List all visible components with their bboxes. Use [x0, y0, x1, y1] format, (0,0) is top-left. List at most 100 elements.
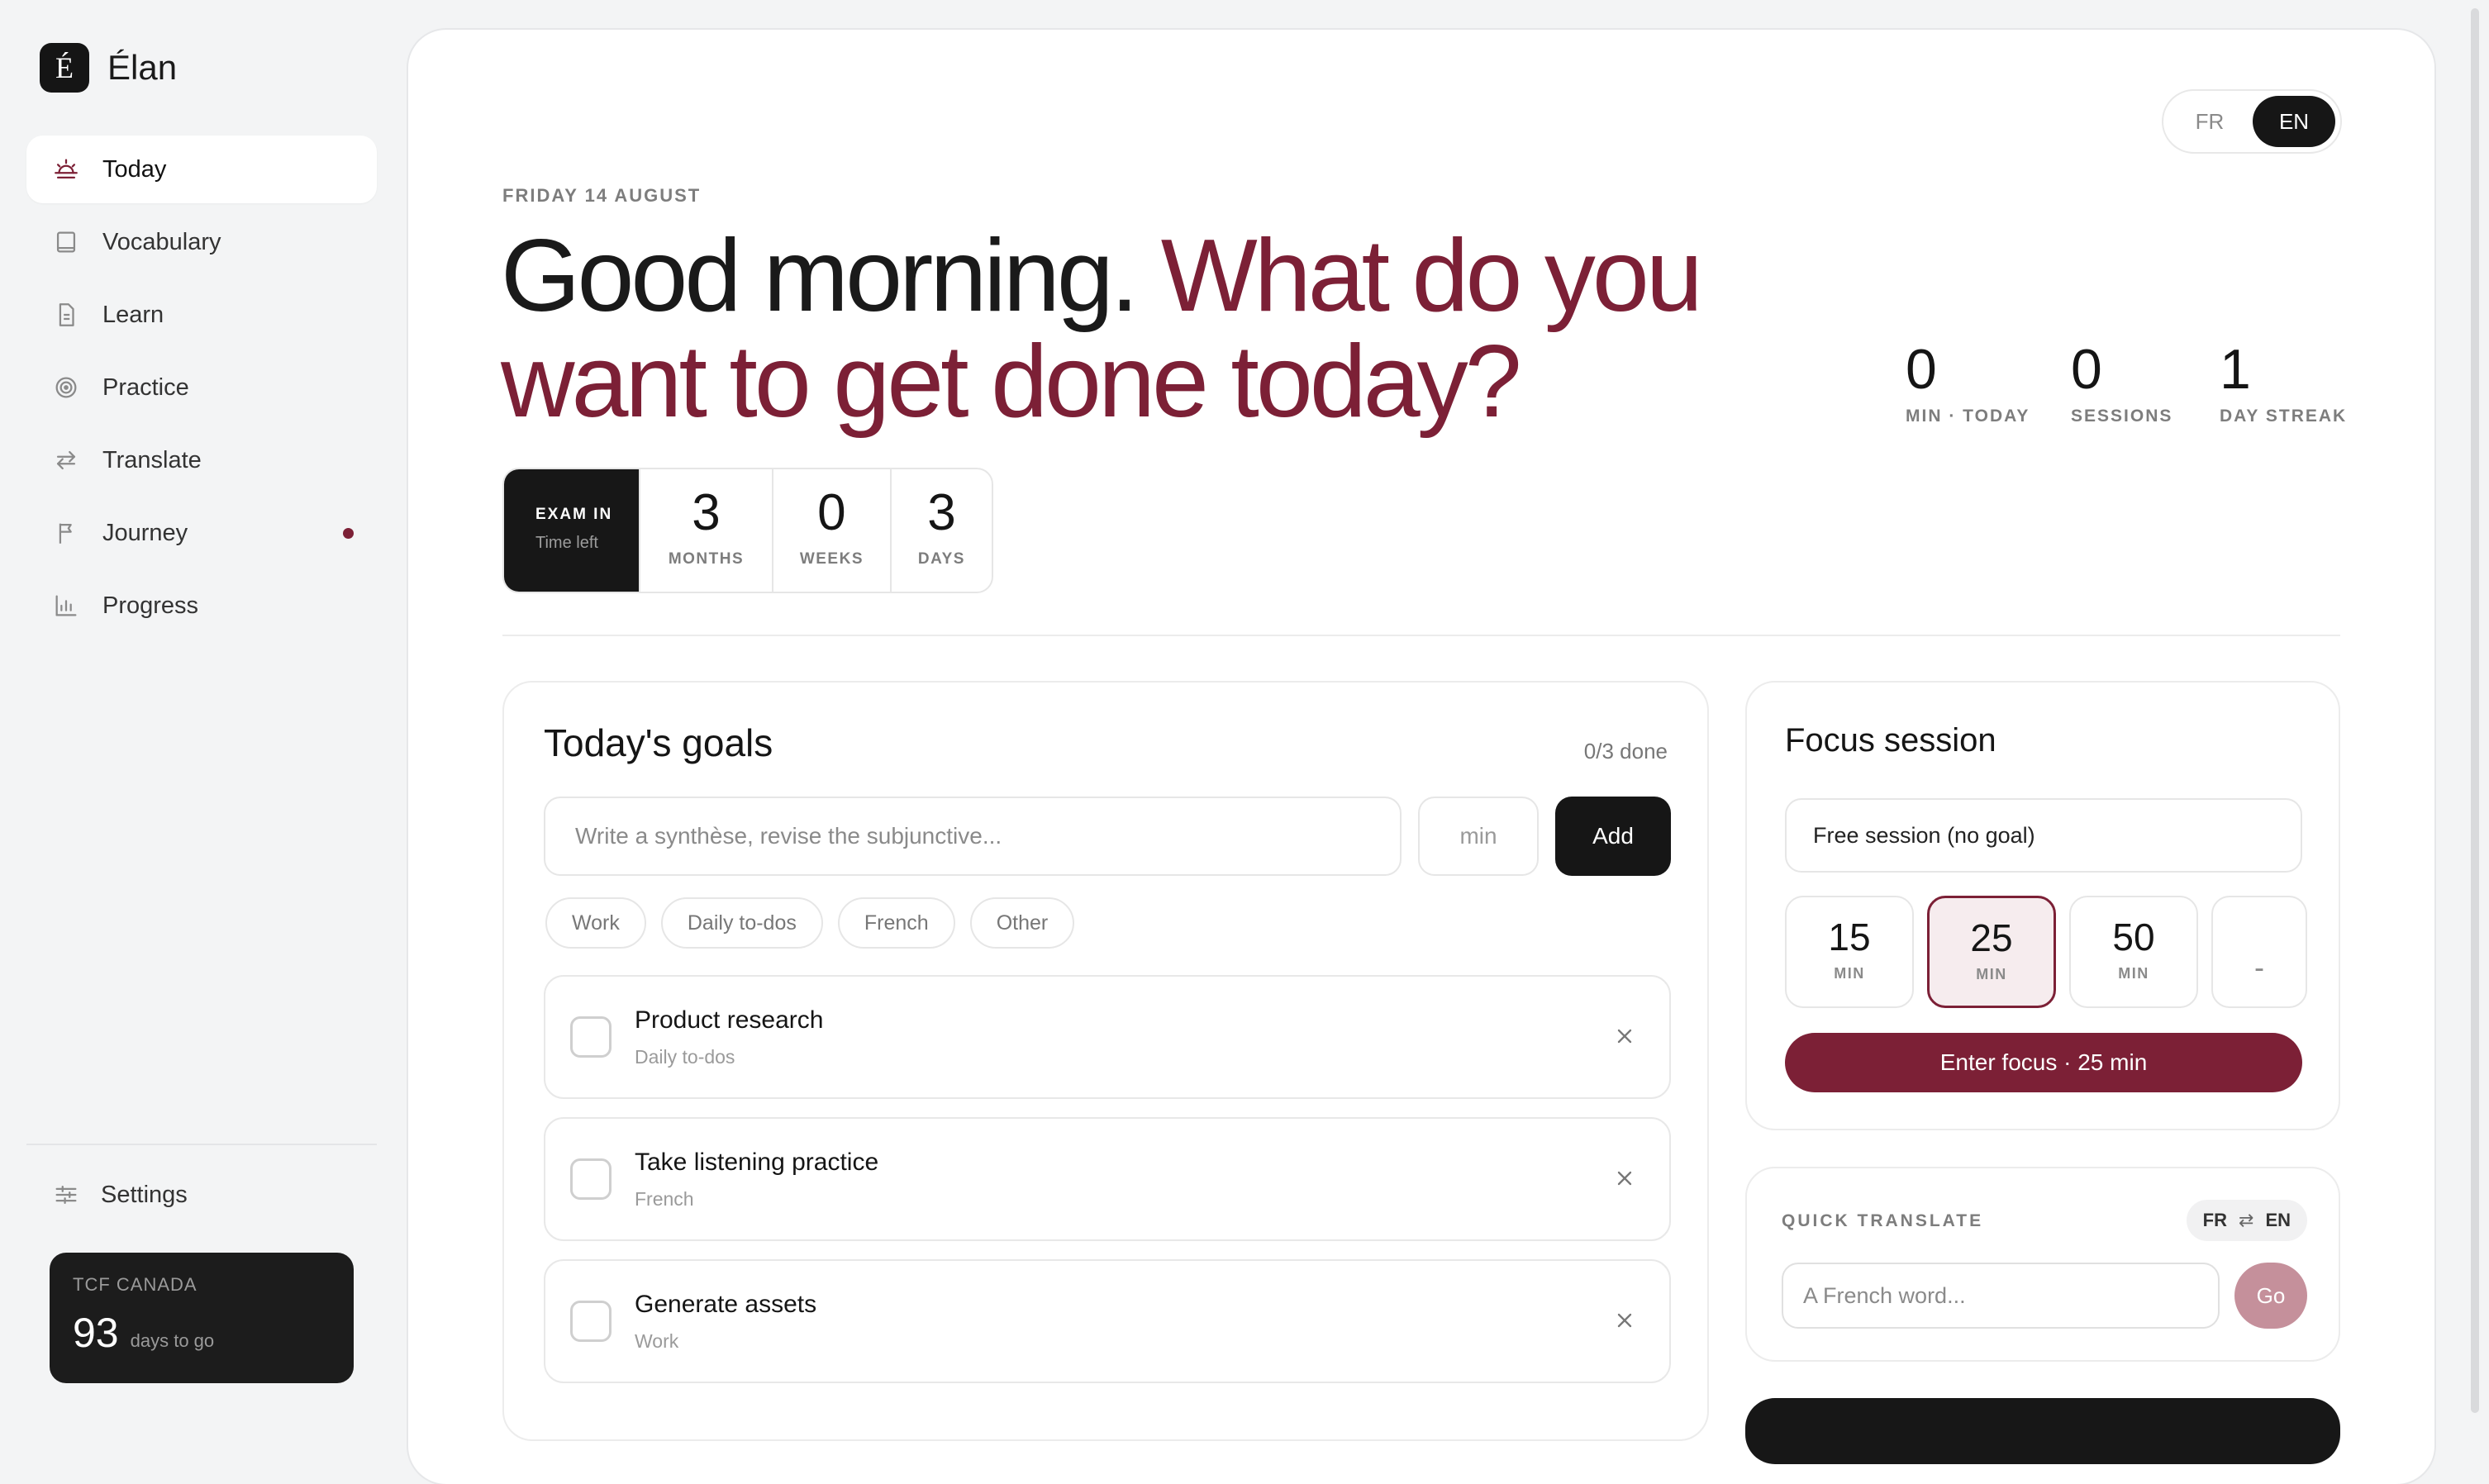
- duration-option-25[interactable]: 25 MIN: [1927, 896, 2056, 1008]
- countdown-unit: MONTHS: [668, 550, 745, 568]
- duration-option-15[interactable]: 15 MIN: [1785, 896, 1914, 1008]
- sidebar-item-label: Practice: [102, 373, 189, 401]
- focus-session-card: Focus session Free session (no goal) 15 …: [1745, 681, 2340, 1130]
- swap-arrows-icon: [51, 445, 81, 475]
- stat-value: 0: [2071, 338, 2102, 401]
- goal-category: Daily to-dos: [635, 1046, 735, 1068]
- goal-title: Take listening practice: [635, 1149, 879, 1176]
- duration-value: 25: [1970, 916, 2013, 959]
- sunrise-icon: [51, 155, 81, 184]
- sidebar-item-learn[interactable]: Learn: [26, 281, 377, 349]
- countdown-header: EXAM IN Time left: [504, 469, 640, 592]
- sidebar-divider: [26, 1144, 377, 1145]
- goal-category: Work: [635, 1330, 679, 1352]
- goal-title: Generate assets: [635, 1291, 817, 1318]
- document-icon: [51, 300, 81, 330]
- quick-translate-label: QUICK TRANSLATE: [1782, 1211, 1984, 1230]
- category-chip-other[interactable]: Other: [969, 897, 1075, 949]
- goal-input[interactable]: [544, 797, 1402, 876]
- date-label: FRIDAY 14 AUGUST: [502, 185, 702, 206]
- duration-value: 50: [2112, 916, 2155, 958]
- scrollbar-thumb[interactable]: [2471, 8, 2479, 1413]
- translate-input[interactable]: [1782, 1263, 2220, 1329]
- goal-item: Take listening practice French: [544, 1117, 1671, 1241]
- focus-goal-select[interactable]: Free session (no goal): [1785, 798, 2302, 873]
- duration-unit: MIN: [1976, 966, 2007, 982]
- stat-value: 0: [1906, 338, 1937, 401]
- sidebar-item-label: Learn: [102, 301, 164, 328]
- category-chip-work[interactable]: Work: [545, 897, 646, 949]
- stat-day-streak: 1 DAY STREAK: [2220, 337, 2347, 426]
- exam-countdown: EXAM IN Time left 3 MONTHS 0 WEEKS 3 DAY…: [502, 468, 993, 593]
- countdown-title: EXAM IN: [535, 506, 613, 523]
- add-goal-button[interactable]: Add: [1555, 797, 1671, 876]
- duration-unit: MIN: [2118, 965, 2149, 982]
- bar-chart-icon: [51, 591, 81, 621]
- duration-unit: MIN: [1834, 965, 1865, 982]
- countdown-weeks: 0 WEEKS: [771, 469, 890, 592]
- dark-card: [1745, 1398, 2340, 1464]
- focus-title: Focus session: [1785, 722, 1996, 759]
- close-icon[interactable]: [1610, 1021, 1640, 1051]
- sidebar: É Élan Today Vocabulary Learn Practice T…: [0, 0, 405, 1428]
- sidebar-item-label: Journey: [102, 519, 188, 546]
- page-title: Good morning. What do you want to get do…: [501, 223, 1740, 435]
- translate-go-button[interactable]: Go: [2234, 1263, 2307, 1329]
- countdown-value: 3: [927, 484, 956, 541]
- days-remaining-label: days to go: [130, 1330, 215, 1351]
- duration-value: 15: [1828, 916, 1871, 958]
- close-icon[interactable]: [1610, 1306, 1640, 1335]
- goal-item: Product research Daily to-dos: [544, 975, 1671, 1099]
- sidebar-item-label: Today: [102, 155, 167, 183]
- countdown-subtitle: Time left: [535, 534, 598, 552]
- goal-checkbox[interactable]: [570, 1016, 612, 1058]
- language-option-fr[interactable]: FR: [2168, 96, 2251, 147]
- goal-title: Product research: [635, 1006, 824, 1034]
- goal-checkbox[interactable]: [570, 1158, 612, 1200]
- language-pair-toggle[interactable]: FR ⇄ EN: [2186, 1200, 2307, 1241]
- sidebar-item-translate[interactable]: Translate: [26, 426, 377, 494]
- goal-item: Generate assets Work: [544, 1259, 1671, 1383]
- brand[interactable]: É Élan: [40, 43, 177, 93]
- sidebar-item-practice[interactable]: Practice: [26, 354, 377, 421]
- category-chip-daily[interactable]: Daily to-dos: [660, 897, 823, 949]
- brand-logo: É: [40, 43, 89, 93]
- sidebar-item-label: Progress: [102, 592, 199, 619]
- stat-label: DAY STREAK: [2220, 407, 2348, 426]
- stat-label: SESSIONS: [2071, 407, 2173, 426]
- sidebar-item-label: Translate: [102, 446, 202, 473]
- countdown-months: 3 MONTHS: [639, 469, 772, 592]
- exam-countdown-card[interactable]: TCF CANADA 93 days to go: [50, 1253, 354, 1383]
- target-language: EN: [2265, 1210, 2291, 1230]
- stat-sessions: 0 SESSIONS: [2071, 337, 2173, 426]
- sliders-icon: [51, 1180, 81, 1210]
- exam-name: TCF CANADA: [73, 1274, 198, 1295]
- sidebar-item-today[interactable]: Today: [26, 136, 377, 203]
- countdown-value: 3: [692, 484, 721, 541]
- close-icon[interactable]: [1610, 1163, 1640, 1193]
- notification-dot: [343, 527, 354, 539]
- goal-minutes-input[interactable]: [1418, 797, 1539, 876]
- swap-arrows-icon: ⇄: [2239, 1210, 2254, 1230]
- goal-category: French: [635, 1188, 694, 1210]
- section-divider: [502, 635, 2340, 636]
- sidebar-item-vocabulary[interactable]: Vocabulary: [26, 208, 377, 276]
- source-language: FR: [2202, 1210, 2227, 1230]
- countdown-unit: WEEKS: [799, 550, 864, 568]
- sidebar-item-progress[interactable]: Progress: [26, 572, 377, 640]
- duration-option-custom[interactable]: -: [2211, 896, 2307, 1008]
- book-icon: [51, 227, 81, 257]
- sidebar-item-journey[interactable]: Journey: [26, 499, 377, 567]
- language-option-en[interactable]: EN: [2253, 96, 2335, 147]
- stat-value: 1: [2220, 338, 2251, 401]
- category-chip-french[interactable]: French: [837, 897, 955, 949]
- goal-checkbox[interactable]: [570, 1301, 612, 1342]
- countdown-days: 3 DAYS: [889, 469, 992, 592]
- brand-name: Élan: [107, 48, 178, 87]
- greeting: Good morning.: [501, 219, 1139, 333]
- enter-focus-button[interactable]: Enter focus · 25 min: [1785, 1033, 2302, 1092]
- stat-label: MIN · TODAY: [1906, 407, 2030, 426]
- duration-option-50[interactable]: 50 MIN: [2069, 896, 2198, 1008]
- sidebar-item-settings[interactable]: Settings: [51, 1180, 188, 1210]
- flag-icon: [51, 518, 81, 548]
